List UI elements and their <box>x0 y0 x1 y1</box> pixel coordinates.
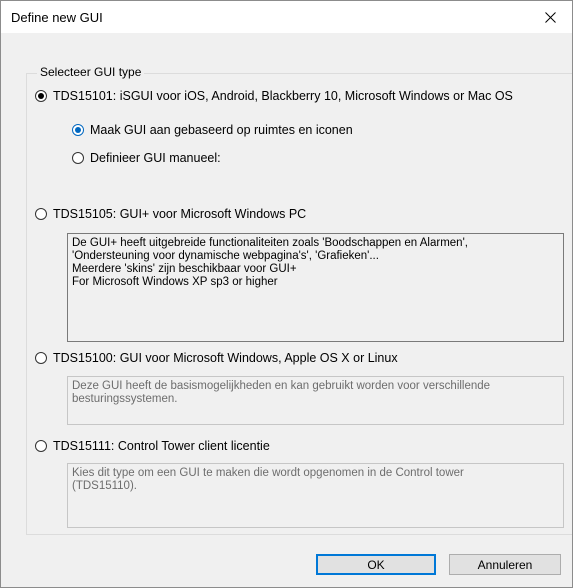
description-line: Deze GUI heeft de basismogelijkheden en … <box>72 380 491 392</box>
radio-tds15100[interactable]: TDS15100: GUI voor Microsoft Windows, Ap… <box>35 351 398 365</box>
radio-tds15111[interactable]: TDS15111: Control Tower client licentie <box>35 439 270 453</box>
close-icon <box>544 11 556 23</box>
radio-define-manually[interactable]: Definieer GUI manueel: <box>72 151 221 165</box>
radio-label-tds15105: TDS15105: GUI+ voor Microsoft Windows PC <box>53 207 307 221</box>
description-box-tds15100: Deze GUI heeft de basismogelijkheden en … <box>67 376 564 425</box>
radio-button[interactable] <box>35 440 47 452</box>
description-line: Meerdere 'skins' zijn beschikbaar voor G… <box>72 263 297 275</box>
description-line: (TDS15110). <box>72 480 137 492</box>
define-gui-dialog: Define new GUI Selecteer GUI type TDS151… <box>0 0 573 588</box>
description-line: besturingssystemen. <box>72 393 178 405</box>
groupbox-legend: Selecteer GUI type <box>37 65 145 79</box>
radio-label-tds15111: TDS15111: Control Tower client licentie <box>53 439 270 453</box>
description-line: For Microsoft Windows XP sp3 or higher <box>72 276 278 288</box>
radio-label-tds15100: TDS15100: GUI voor Microsoft Windows, Ap… <box>53 351 398 365</box>
radio-button[interactable] <box>35 208 47 220</box>
radio-tds15101[interactable]: TDS15101: iSGUI voor iOS, Android, Black… <box>35 89 513 103</box>
description-box-tds15105: De GUI+ heeft uitgebreide functionalitei… <box>67 233 564 342</box>
radio-label-create-from-rooms: Maak GUI aan gebaseerd op ruimtes en ico… <box>90 123 353 137</box>
dialog-title: Define new GUI <box>11 10 103 25</box>
description-line: 'Ondersteuning voor dynamische webpagina… <box>72 250 379 262</box>
radio-create-from-rooms[interactable]: Maak GUI aan gebaseerd op ruimtes en ico… <box>72 123 353 137</box>
description-line: Kies dit type om een GUI te maken die wo… <box>72 467 464 479</box>
title-bar: Define new GUI <box>1 1 572 33</box>
radio-button-checked[interactable] <box>72 124 84 136</box>
radio-tds15105[interactable]: TDS15105: GUI+ voor Microsoft Windows PC <box>35 207 306 221</box>
radio-button[interactable] <box>35 352 47 364</box>
radio-label-define-manually: Definieer GUI manueel: <box>90 151 221 165</box>
close-button[interactable] <box>528 1 572 33</box>
cancel-button[interactable]: Annuleren <box>449 554 561 575</box>
radio-button-checked[interactable] <box>35 90 47 102</box>
radio-label-tds15101: TDS15101: iSGUI voor iOS, Android, Black… <box>53 89 513 103</box>
ok-button[interactable]: OK <box>316 554 436 575</box>
description-box-tds15111: Kies dit type om een GUI te maken die wo… <box>67 463 564 528</box>
radio-button[interactable] <box>72 152 84 164</box>
description-line: De GUI+ heeft uitgebreide functionalitei… <box>72 237 468 249</box>
